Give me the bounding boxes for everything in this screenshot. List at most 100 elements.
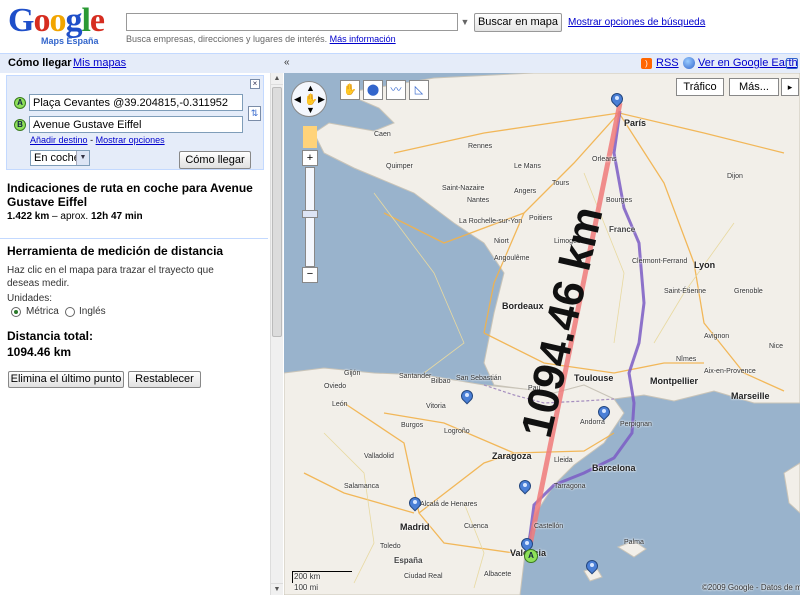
chevron-down-icon: ▼ — [76, 151, 89, 165]
add-destination-link[interactable]: Añadir destino — [30, 135, 88, 145]
search-history-dropdown-icon[interactable]: ▼ — [458, 13, 472, 31]
map-pin-madrid[interactable] — [406, 494, 424, 515]
pan-up-icon[interactable]: ▲ — [306, 83, 315, 93]
map-label-bilbao: Bilbao — [431, 378, 451, 385]
pan-down-icon[interactable]: ▼ — [306, 105, 315, 115]
map-label-perpignan: Perpignan — [620, 421, 652, 428]
line-tool-icon[interactable]: 〰 — [386, 80, 406, 100]
map-label-aix: Aix-en-Provence — [704, 368, 756, 375]
more-info-link[interactable]: Más información — [330, 34, 396, 44]
map-pin-andorra[interactable] — [595, 403, 613, 424]
map-canvas[interactable]: París Rennes Caen Le Mans Quimper Saint-… — [284, 73, 800, 595]
drag-hand-tool-icon[interactable]: ✋ — [340, 80, 360, 100]
view-in-google-earth-link[interactable]: Ver en Google Earth — [698, 57, 798, 69]
pan-left-icon[interactable]: ◀ — [294, 94, 301, 105]
metric-radio[interactable] — [11, 307, 21, 317]
imperial-radio[interactable] — [65, 307, 75, 317]
map-pin-balearic[interactable] — [583, 557, 601, 578]
map-label-la-rochelle: La Rochelle-sur-Yon — [459, 218, 523, 225]
header: Google Maps España ▼ Buscar en mapa Most… — [0, 0, 800, 52]
map-pin-pyrenees-west[interactable] — [458, 387, 476, 408]
map-label-castellon: Castellón — [534, 523, 564, 530]
imperial-label[interactable]: Inglés — [79, 306, 106, 317]
map-label-valladolid: Valladolid — [364, 453, 394, 460]
rss-icon[interactable]: ) — [641, 58, 652, 69]
tab-my-maps[interactable]: Mis mapas — [73, 57, 126, 69]
search-options-link[interactable]: Mostrar opciones de búsqueda — [568, 17, 705, 28]
map-label-madrid: Madrid — [400, 522, 430, 532]
map-label-avignon: Avignon — [704, 333, 730, 340]
from-input[interactable]: Plaça Cevantes @39.204815,-0.311952 — [29, 94, 243, 111]
show-options-link[interactable]: Mostrar opciones — [96, 135, 165, 145]
link-separator: - — [90, 135, 94, 145]
scroll-up-icon[interactable]: ▲ — [271, 73, 283, 85]
reset-button[interactable]: Restablecer — [128, 371, 201, 388]
panel-scrollbar[interactable]: ▲ ▼ — [270, 73, 283, 595]
street-view-pegman-icon[interactable] — [303, 126, 317, 148]
map-label-cuenca: Cuenca — [464, 523, 489, 530]
distance-tool-hint: Haz clic en el mapa para trazar el traye… — [7, 265, 214, 289]
map-label-bordeaux: Bordeaux — [502, 301, 544, 311]
google-earth-icon[interactable] — [683, 57, 695, 69]
link-icon[interactable] — [786, 58, 798, 69]
traffic-button[interactable]: Tráfico — [676, 78, 724, 96]
zoom-slider-thumb[interactable] — [302, 210, 318, 218]
scroll-down-icon[interactable]: ▼ — [271, 583, 283, 595]
map-label-espana: España — [394, 556, 423, 565]
map-label-saint-etienne: Saint-Étienne — [664, 288, 707, 295]
map-label-marseille: Marseille — [731, 391, 770, 401]
rss-link[interactable]: RSS — [656, 57, 679, 69]
remove-last-point-button[interactable]: Elimina el último punto — [8, 371, 124, 388]
close-icon[interactable]: × — [250, 79, 260, 89]
scale-bar-tick — [292, 571, 293, 583]
zoom-in-icon[interactable]: + — [302, 150, 318, 166]
map-marker-a-icon[interactable]: A — [524, 549, 538, 563]
map-label-vitoria: Vitoria — [426, 403, 446, 410]
map-label-alcala: Alcalá de Henares — [420, 501, 478, 508]
map-label-toledo: Toledo — [380, 543, 401, 550]
collapse-panel-icon[interactable]: « — [284, 57, 290, 68]
swap-direction-icon[interactable]: ⇅ — [248, 106, 261, 121]
map-label-oviedo: Oviedo — [324, 383, 347, 390]
get-directions-button[interactable]: Cómo llegar — [179, 151, 251, 169]
logo-wordmark: Google — [8, 2, 105, 39]
directions-form: × A Plaça Cevantes @39.204815,-0.311952 … — [6, 75, 264, 170]
map-label-paris: París — [624, 118, 647, 128]
map-label-rennes: Rennes — [468, 143, 493, 150]
map-label-albacete: Albacete — [484, 571, 512, 578]
map-label-france: France — [609, 225, 636, 234]
google-logo[interactable]: Google Maps España — [8, 3, 118, 49]
map-label-nice: Nice — [769, 343, 784, 350]
to-input[interactable]: Avenue Gustave Eiffel — [29, 116, 243, 133]
map-pin-zaragoza[interactable] — [516, 477, 534, 498]
pan-control[interactable]: ▲ ◀ ✋ ▶ ▼ — [291, 81, 327, 117]
pan-right-icon[interactable]: ▶ — [318, 94, 325, 105]
map-pin-paris[interactable] — [608, 90, 626, 111]
zoom-out-icon[interactable]: − — [302, 267, 318, 283]
placemark-tool-icon[interactable]: ⬤ — [363, 80, 383, 100]
map-label-san-sebastian: San Sebastián — [456, 375, 502, 382]
scroll-thumb[interactable] — [272, 87, 282, 337]
map-type-chevron-icon[interactable]: ▸ — [781, 78, 799, 96]
search-input[interactable] — [126, 13, 458, 31]
top-bar: Cómo llegar Mis mapas « ) RSS Ver en Goo… — [0, 53, 800, 73]
map-label-burgos: Burgos — [401, 422, 424, 429]
route-approx: – aprox. — [52, 211, 89, 222]
map-label-zaragoza: Zaragoza — [492, 451, 532, 461]
more-layers-button[interactable]: Más... — [729, 78, 779, 96]
route-summary: 1.422 km – aprox. 12h 47 min — [7, 211, 143, 222]
total-distance-value: 1094.46 km — [7, 345, 72, 359]
map-label-orleans: Orleans — [592, 156, 617, 163]
shape-tool-icon[interactable]: ◺ — [409, 80, 429, 100]
map-label-santander: Santander — [399, 373, 432, 380]
land-corsica-edge — [783, 462, 800, 514]
map-label-leon: León — [332, 401, 348, 408]
route-title[interactable]: Indicaciones de ruta en coche para Avenu… — [7, 181, 257, 209]
scale-mi: 100 mi — [294, 583, 319, 592]
divider — [0, 238, 268, 239]
tab-directions[interactable]: Cómo llegar — [8, 57, 72, 69]
travel-mode-select[interactable]: En coche ▼ — [30, 150, 90, 166]
search-button[interactable]: Buscar en mapa — [474, 13, 562, 32]
metric-label[interactable]: Métrica — [26, 306, 59, 317]
map-label-barcelona: Barcelona — [592, 463, 636, 473]
